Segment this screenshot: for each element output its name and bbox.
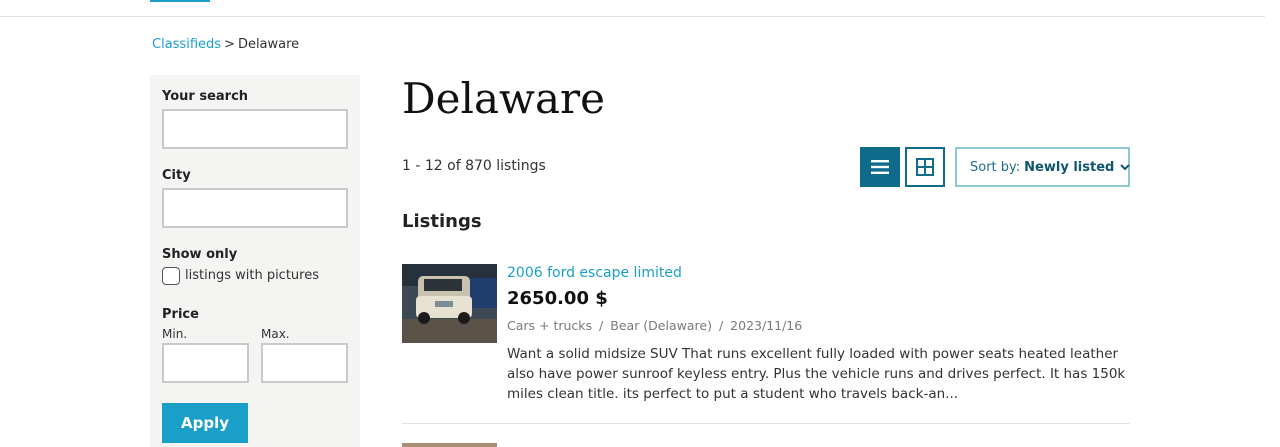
page-title: Delaware — [402, 74, 605, 123]
price-max-label: Max. — [261, 327, 290, 341]
price-label: Price — [162, 307, 199, 322]
breadcrumb-current: Delaware — [237, 37, 300, 52]
listing-title-link[interactable]: 2006 ford escape limited — [507, 265, 682, 281]
sort-dropdown[interactable]: Sort by: Newly listed — [955, 147, 1131, 187]
chevron-down-icon — [1120, 163, 1131, 171]
breadcrumb-separator: > — [224, 37, 235, 52]
listing-meta: Cars + trucks / Bear (Delaware) / 2023/11/16 — [507, 318, 802, 333]
meta-separator: / — [599, 318, 604, 333]
sort-value: Newly listed — [1024, 159, 1115, 175]
listings-section-title: Listings — [402, 211, 482, 232]
listing-date: 2023/11/16 — [730, 318, 803, 333]
grid-icon — [916, 158, 934, 176]
listing-description: Want a solid midsize SUV That runs excel… — [507, 346, 1126, 402]
list-icon — [871, 160, 889, 174]
show-only-label: Show only — [162, 247, 238, 262]
grid-view-button[interactable] — [905, 147, 945, 187]
price-min-input[interactable] — [162, 343, 249, 383]
city-input[interactable] — [162, 188, 348, 228]
next-listing-thumbnail[interactable] — [402, 443, 497, 447]
list-view-button[interactable] — [860, 147, 900, 187]
search-label: Your search — [162, 89, 249, 104]
price-max-input[interactable] — [261, 343, 348, 383]
listing-divider — [402, 423, 1130, 424]
city-label: City — [162, 168, 191, 183]
breadcrumb-classifieds-link[interactable]: Classifieds — [152, 37, 221, 52]
breadcrumb: Classifieds > Delaware — [152, 37, 299, 52]
listing-location: Bear (Delaware) — [610, 318, 712, 333]
price-min-label: Min. — [162, 327, 188, 341]
search-filter-sidebar: Your search City Show only listings with… — [150, 75, 360, 447]
pictures-checkbox[interactable] — [162, 267, 180, 285]
listing-thumbnail[interactable] — [402, 264, 497, 343]
sort-prefix: Sort by: — [970, 159, 1021, 175]
header-divider — [0, 16, 1265, 17]
header-accent-bar — [150, 0, 210, 2]
listing-count: 1 - 12 of 870 listings — [402, 158, 546, 174]
apply-button[interactable]: Apply — [162, 403, 248, 443]
listing-category: Cars + trucks — [507, 318, 593, 333]
pictures-checkbox-label[interactable]: listings with pictures — [185, 268, 319, 283]
meta-separator: / — [718, 318, 724, 333]
listing-price: 2650.00 $ — [507, 288, 608, 309]
search-input[interactable] — [162, 109, 348, 149]
